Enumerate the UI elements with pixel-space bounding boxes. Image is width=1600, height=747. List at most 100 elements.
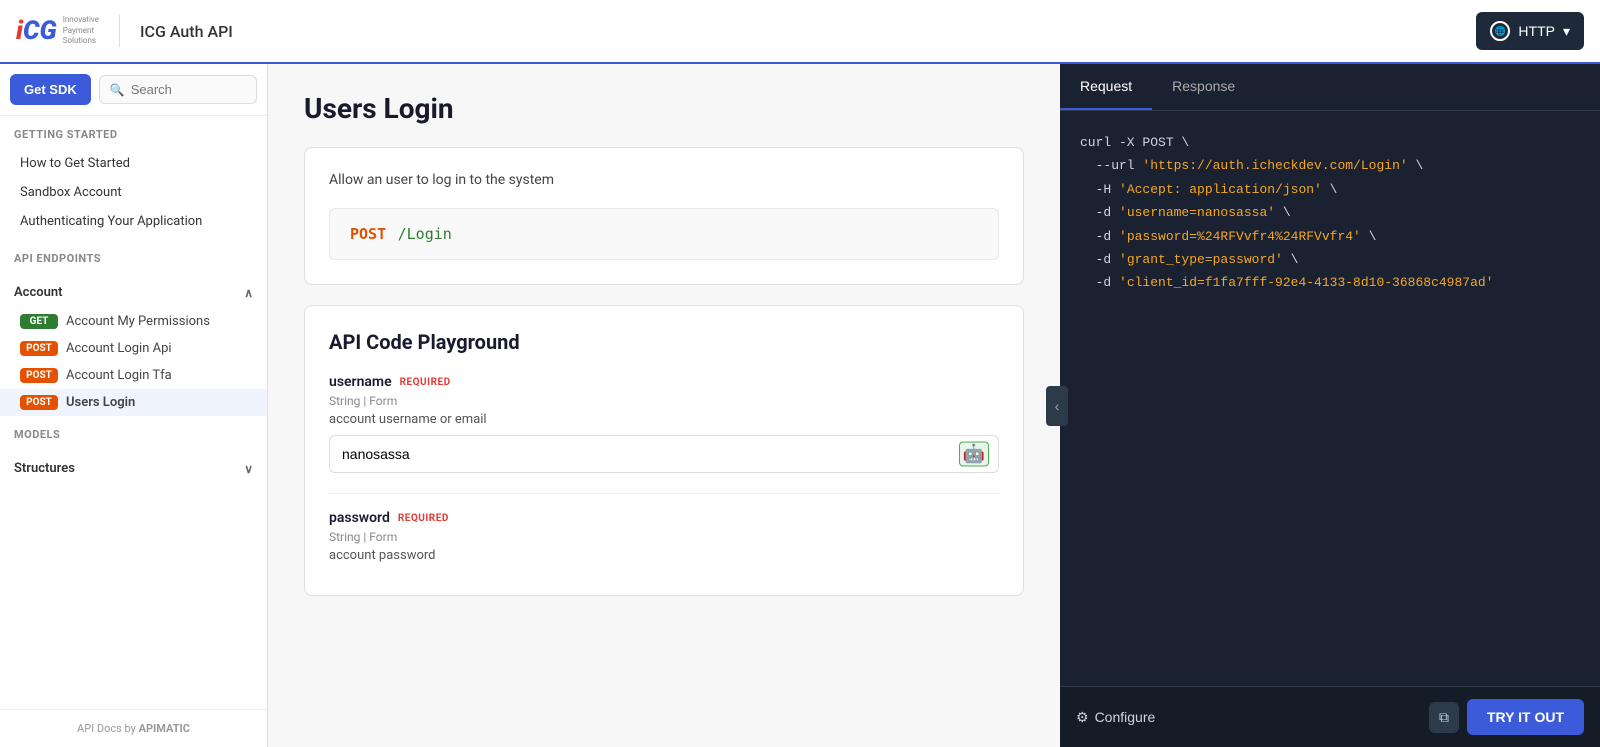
sidebar-sub-item-users-login[interactable]: POST Users Login bbox=[0, 389, 267, 416]
code-line-7: -d 'client_id=f1fa7fff-92e4-4133-8d10-36… bbox=[1080, 271, 1580, 294]
code-text: -d bbox=[1080, 205, 1119, 220]
configure-button[interactable]: ⚙ Configure bbox=[1076, 709, 1155, 726]
username-field-header: username REQUIRED bbox=[329, 374, 999, 390]
username-required-badge: REQUIRED bbox=[400, 377, 451, 388]
description-text: Allow an user to log in to the system bbox=[329, 172, 999, 188]
code-string: 'password=%24RFVvfr4%24RFVvfr4' bbox=[1119, 229, 1361, 244]
field-divider bbox=[329, 493, 999, 494]
code-line-6: -d 'grant_type=password' \ bbox=[1080, 248, 1580, 271]
configure-label: Configure bbox=[1095, 709, 1156, 725]
tab-response[interactable]: Response bbox=[1152, 64, 1255, 110]
sidebar: Get SDK 🔍 GETTING STARTED How to Get Sta… bbox=[0, 64, 268, 747]
code-text: \ bbox=[1322, 182, 1338, 197]
code-text: -d bbox=[1080, 229, 1119, 244]
account-group: Account ∧ GET Account My Permissions POS… bbox=[0, 277, 267, 416]
gear-icon: ⚙ bbox=[1076, 709, 1089, 726]
panel-tabs: Request Response bbox=[1060, 64, 1600, 111]
panel-footer: ⚙ Configure ⧉ TRY IT OUT bbox=[1060, 686, 1600, 747]
code-text: \ bbox=[1275, 205, 1291, 220]
code-text: \ bbox=[1283, 252, 1299, 267]
collapse-panel-button[interactable]: ‹ bbox=[1046, 386, 1068, 426]
apimatic-brand: APIMATIC bbox=[139, 722, 190, 735]
password-field-header: password REQUIRED bbox=[329, 510, 999, 526]
sidebar-sub-item-login-api[interactable]: POST Account Login Api bbox=[0, 335, 267, 362]
bot-icon: 🤖 bbox=[959, 442, 989, 467]
code-url: 'https://auth.icheckdev.com/Login' bbox=[1142, 158, 1407, 173]
account-group-label: Account bbox=[14, 285, 62, 300]
api-endpoints-section: API ENDPOINTS bbox=[0, 240, 267, 277]
code-text: -H bbox=[1080, 182, 1119, 197]
sidebar-item-sandbox-account[interactable]: Sandbox Account bbox=[14, 178, 253, 207]
logo-mark: i CG bbox=[16, 18, 57, 44]
password-field: password REQUIRED String | Form account … bbox=[329, 510, 999, 563]
logo-cg: CG bbox=[23, 18, 57, 44]
endpoint-section: Allow an user to log in to the system PO… bbox=[304, 147, 1024, 285]
logo-i: i bbox=[16, 18, 23, 44]
playground-section: API Code Playground username REQUIRED St… bbox=[304, 305, 1024, 596]
endpoint-box: POST /Login bbox=[329, 208, 999, 260]
playground-title: API Code Playground bbox=[329, 330, 999, 354]
models-section: MODELS bbox=[0, 416, 267, 453]
endpoint-path: /Login bbox=[398, 225, 452, 243]
code-text: curl -X POST \ bbox=[1080, 135, 1189, 150]
logo-tagline: Innovative Payment Solutions bbox=[63, 15, 99, 46]
code-text: -d bbox=[1080, 275, 1119, 290]
chevron-down-icon-models: ∨ bbox=[244, 462, 253, 476]
code-string: 'client_id=f1fa7fff-92e4-4133-8d10-36868… bbox=[1119, 275, 1493, 290]
post-badge: POST bbox=[20, 341, 58, 356]
code-string: 'Accept: application/json' bbox=[1119, 182, 1322, 197]
post-badge-active: POST bbox=[20, 395, 58, 410]
code-line-1: curl -X POST \ bbox=[1080, 131, 1580, 154]
right-panel: ‹ Request Response curl -X POST \ --url … bbox=[1060, 64, 1600, 747]
getting-started-title: GETTING STARTED bbox=[14, 128, 253, 141]
structures-group-header[interactable]: Structures ∨ bbox=[0, 453, 267, 484]
username-meta: String | Form bbox=[329, 394, 999, 408]
code-line-4: -d 'username=nanosassa' \ bbox=[1080, 201, 1580, 224]
try-it-out-button[interactable]: TRY IT OUT bbox=[1467, 699, 1584, 735]
code-line-2: --url 'https://auth.icheckdev.com/Login'… bbox=[1080, 154, 1580, 177]
sidebar-footer: API Docs by APIMATIC bbox=[0, 709, 267, 747]
sidebar-top-bar: Get SDK 🔍 bbox=[0, 64, 267, 116]
http-selector-button[interactable]: 🌐 HTTP ▾ bbox=[1476, 12, 1584, 50]
code-line-3: -H 'Accept: application/json' \ bbox=[1080, 178, 1580, 201]
structures-label: Structures bbox=[14, 461, 75, 476]
get-sdk-button[interactable]: Get SDK bbox=[10, 74, 91, 105]
post-badge: POST bbox=[20, 368, 58, 383]
code-text: \ bbox=[1361, 229, 1377, 244]
app-header: i CG Innovative Payment Solutions ICG Au… bbox=[0, 0, 1600, 64]
header-api-title: ICG Auth API bbox=[140, 22, 233, 41]
code-text: -d bbox=[1080, 252, 1119, 267]
search-input[interactable] bbox=[131, 82, 246, 97]
username-field: username REQUIRED String | Form account … bbox=[329, 374, 999, 473]
globe-icon: 🌐 bbox=[1490, 21, 1510, 41]
sidebar-item-authenticating[interactable]: Authenticating Your Application bbox=[14, 207, 253, 236]
logo-area: i CG Innovative Payment Solutions bbox=[16, 15, 120, 46]
code-text: --url bbox=[1080, 158, 1142, 173]
sidebar-item-label-active: Users Login bbox=[66, 395, 135, 410]
sidebar-item-label: Account Login Tfa bbox=[66, 368, 172, 383]
password-label: password bbox=[329, 510, 390, 526]
sidebar-sub-item-permissions[interactable]: GET Account My Permissions bbox=[0, 308, 267, 335]
main-content: Users Login Allow an user to log in to t… bbox=[268, 64, 1060, 747]
sidebar-sub-item-login-tfa[interactable]: POST Account Login Tfa bbox=[0, 362, 267, 389]
code-string: 'username=nanosassa' bbox=[1119, 205, 1275, 220]
username-description: account username or email bbox=[329, 412, 999, 427]
http-label: HTTP bbox=[1518, 23, 1555, 39]
password-meta: String | Form bbox=[329, 530, 999, 544]
username-label: username bbox=[329, 374, 392, 390]
tab-request[interactable]: Request bbox=[1060, 64, 1152, 110]
sidebar-item-how-to-get-started[interactable]: How to Get Started bbox=[14, 149, 253, 178]
copy-button[interactable]: ⧉ bbox=[1429, 702, 1459, 733]
api-endpoints-title: API ENDPOINTS bbox=[14, 252, 253, 265]
account-group-header[interactable]: Account ∧ bbox=[0, 277, 267, 308]
models-title: MODELS bbox=[14, 428, 253, 441]
chevron-up-icon: ∧ bbox=[244, 286, 253, 300]
page-title: Users Login bbox=[304, 92, 1024, 125]
code-text: \ bbox=[1408, 158, 1424, 173]
username-input[interactable] bbox=[329, 435, 999, 473]
chevron-down-icon: ▾ bbox=[1563, 23, 1570, 40]
code-area: curl -X POST \ --url 'https://auth.ichec… bbox=[1060, 111, 1600, 686]
sidebar-item-label: Account Login Api bbox=[66, 341, 172, 356]
sidebar-item-label: Account My Permissions bbox=[66, 314, 210, 329]
getting-started-section: GETTING STARTED How to Get Started Sandb… bbox=[0, 116, 267, 240]
